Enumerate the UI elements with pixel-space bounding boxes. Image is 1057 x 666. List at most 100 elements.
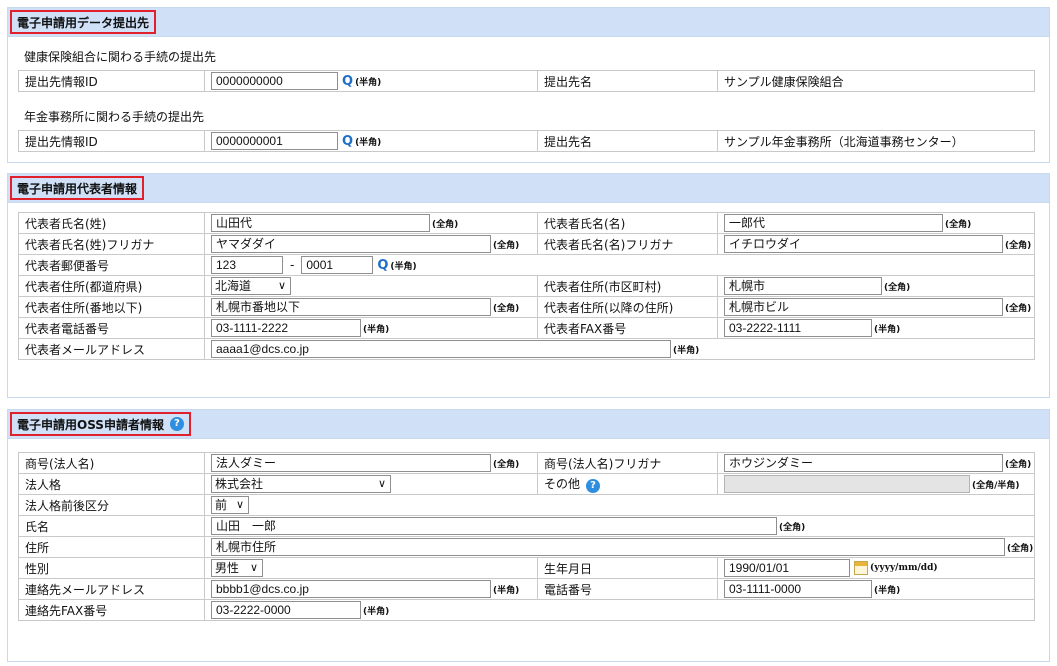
rep-fax-input[interactable]: 03-2222-1111: [724, 319, 872, 337]
calendar-icon[interactable]: [854, 561, 868, 575]
chevron-down-icon: ∨: [377, 477, 386, 490]
rep-first-kana-input[interactable]: イチロウダイ: [724, 235, 1003, 253]
section-title-text: 電子申請用OSS申請者情報: [17, 417, 164, 432]
corp-type-selected-value: 株式会社: [215, 477, 264, 491]
rep-address2-label: 代表者住所(以降の住所): [537, 296, 718, 318]
applicant-name-input[interactable]: 山田 一郎: [211, 517, 777, 535]
half-width-note: (半角): [874, 585, 901, 596]
rep-address2-input[interactable]: 札幌市ビル: [724, 298, 1003, 316]
rep-mail-input[interactable]: aaaa1@dcs.co.jp: [211, 340, 671, 358]
rep-address-input[interactable]: 札幌市番地以下: [211, 298, 491, 316]
rep-last-name-input[interactable]: 山田代: [211, 214, 430, 232]
contact-mail-input[interactable]: bbbb1@dcs.co.jp: [211, 580, 491, 598]
prefecture-selected-value: 北海道: [215, 279, 252, 293]
full-width-note: (全角): [945, 219, 972, 230]
health-insurance-subtitle: 健康保険組合に関わる手続の提出先: [24, 50, 217, 64]
corp-position-select[interactable]: 前 ∨: [211, 496, 249, 514]
pension-destination-table: 提出先情報ID 0000000001 Q (半角) 提出先名 サンプル年金事務所（北…: [18, 130, 1035, 152]
full-width-note: (全角): [884, 282, 911, 293]
destination-id-input[interactable]: 0000000000: [211, 72, 338, 90]
section-header: 電子申請用データ提出先: [8, 8, 1049, 37]
full-width-note: (全角): [493, 240, 520, 251]
applicant-name-label: 氏名: [18, 515, 205, 537]
half-width-note: (半角): [673, 345, 700, 356]
search-icon[interactable]: Q: [377, 258, 388, 273]
rep-zip2-input[interactable]: 0001: [301, 256, 374, 274]
contact-mail-label: 連絡先メールアドレス: [18, 578, 205, 600]
submission-destination-panel: 電子申請用データ提出先 健康保険組合に関わる手続の提出先 提出先情報ID 000…: [7, 7, 1050, 163]
full-width-note: (全角): [1005, 240, 1032, 251]
oss-applicant-panel: 電子申請用OSS申請者情報? 商号(法人名) 法人ダミー (全角) 商号(法人名)…: [7, 409, 1050, 662]
other-input[interactable]: [724, 475, 970, 493]
applicant-address-input[interactable]: 札幌市住所: [211, 538, 1005, 556]
tel-label: 電話番号: [537, 578, 718, 600]
rep-zip-label: 代表者郵便番号: [18, 254, 205, 276]
corp-name-label: 商号(法人名): [18, 452, 205, 474]
pension-office-subtitle: 年金事務所に関わる手続の提出先: [24, 110, 205, 124]
full-width-note: (全角): [1007, 543, 1034, 554]
half-width-note: (半角): [493, 585, 520, 596]
rep-prefecture-select[interactable]: 北海道 ∨: [211, 277, 291, 295]
representative-panel: 電子申請用代表者情報 代表者氏名(姓) 山田代 (全角) 代表者氏名(名) 一郎代…: [7, 173, 1050, 398]
full-width-note: (全角): [493, 459, 520, 470]
full-width-note: (全角): [432, 219, 459, 230]
sex-label: 性別: [18, 557, 205, 579]
rep-last-kana-label: 代表者氏名(姓)フリガナ: [18, 233, 205, 255]
corp-kana-label: 商号(法人名)フリガナ: [537, 452, 718, 474]
rep-fax-label: 代表者FAX番号: [537, 317, 718, 339]
corp-kana-input[interactable]: ホウジンダミー: [724, 454, 1003, 472]
rep-city-input[interactable]: 札幌市: [724, 277, 882, 295]
sex-selected-value: 男性: [215, 561, 240, 575]
corp-type-label: 法人格: [18, 473, 205, 495]
half-width-note: (半角): [363, 606, 390, 617]
half-width-note: (半角): [874, 324, 901, 335]
representative-table: 代表者氏名(姓) 山田代 (全角) 代表者氏名(名) 一郎代 (全角) 代表者氏名(…: [18, 212, 1035, 360]
section-title: 電子申請用データ提出先: [10, 10, 157, 34]
corp-position-label: 法人格前後区分: [18, 494, 205, 516]
section-title: 電子申請用代表者情報: [10, 176, 145, 200]
section-header: 電子申請用OSS申請者情報?: [8, 410, 1049, 439]
destination-name-value: サンプル健康保険組合: [717, 70, 1035, 92]
destination-name-label: 提出先名: [537, 130, 718, 152]
search-icon[interactable]: Q: [342, 74, 353, 89]
chevron-down-icon: ∨: [249, 561, 258, 574]
corp-name-input[interactable]: 法人ダミー: [211, 454, 491, 472]
applicant-address-label: 住所: [18, 536, 205, 558]
contact-fax-input[interactable]: 03-2222-0000: [211, 601, 361, 619]
rep-city-label: 代表者住所(市区町村): [537, 275, 718, 297]
rep-address-label: 代表者住所(番地以下): [18, 296, 205, 318]
section-header: 電子申請用代表者情報: [8, 174, 1049, 203]
destination-id-input[interactable]: 0000000001: [211, 132, 338, 150]
half-width-note: (半角): [355, 77, 382, 88]
full-width-note: (全角): [1005, 303, 1032, 314]
birth-date-label: 生年月日: [537, 557, 718, 579]
destination-name-label: 提出先名: [537, 70, 718, 92]
corp-type-select[interactable]: 株式会社 ∨: [211, 475, 391, 493]
full-width-note: (全角): [493, 303, 520, 314]
rep-tel-label: 代表者電話番号: [18, 317, 205, 339]
sex-select[interactable]: 男性 ∨: [211, 559, 263, 577]
rep-last-kana-input[interactable]: ヤマダダイ: [211, 235, 491, 253]
corp-position-selected-value: 前: [215, 498, 228, 512]
section-title: 電子申請用OSS申請者情報?: [10, 412, 191, 436]
full-width-note: (全角): [779, 522, 806, 533]
search-icon[interactable]: Q: [342, 134, 353, 149]
destination-id-label: 提出先情報ID: [18, 70, 205, 92]
birth-date-input[interactable]: 1990/01/01: [724, 559, 850, 577]
other-label: その他: [544, 477, 581, 491]
chevron-down-icon: ∨: [277, 279, 286, 292]
rep-first-name-input[interactable]: 一郎代: [724, 214, 943, 232]
date-format-note: (yyyy/mm/dd): [870, 563, 938, 573]
rep-zip1-input[interactable]: 123: [211, 256, 283, 274]
full-width-note: (全角): [1005, 459, 1032, 470]
tel-input[interactable]: 03-1111-0000: [724, 580, 872, 598]
contact-fax-label: 連絡先FAX番号: [18, 599, 205, 621]
help-icon[interactable]: ?: [586, 479, 601, 493]
zip-dash: -: [290, 257, 295, 272]
chevron-down-icon: ∨: [235, 498, 244, 511]
destination-name-value: サンプル年金事務所（北海道事務センター）: [717, 130, 1035, 152]
half-width-note: (半角): [390, 261, 417, 272]
rep-tel-input[interactable]: 03-1111-2222: [211, 319, 361, 337]
help-icon[interactable]: ?: [169, 417, 184, 431]
rep-first-name-label: 代表者氏名(名): [537, 212, 718, 234]
